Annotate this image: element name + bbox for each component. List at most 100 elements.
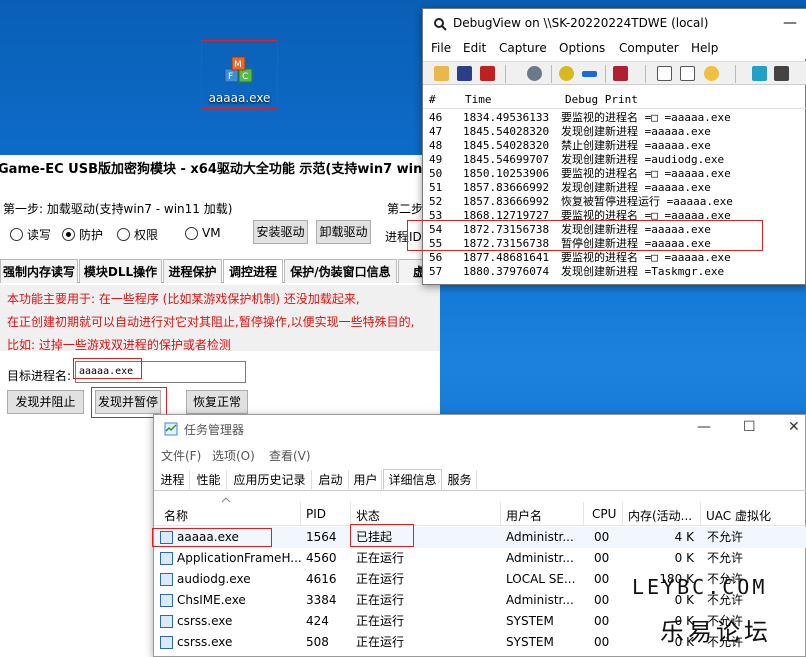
- log-row[interactable]: 55 1872.73156738 暂停创建新进程 =aaaaa.exe: [423, 237, 806, 251]
- capture-icon[interactable]: [559, 66, 574, 81]
- radio-label: 读写: [27, 228, 52, 242]
- tab-app-history[interactable]: 应用历史记录: [228, 470, 312, 491]
- column-uac[interactable]: UAC 虚拟化: [706, 507, 771, 524]
- menu-options[interactable]: Options: [559, 41, 605, 55]
- radio-protect[interactable]: 防护: [62, 226, 103, 243]
- column-memory[interactable]: 内存(活动...: [628, 507, 692, 524]
- log-row[interactable]: 48 1845.54028320 禁止创建新进程 =aaaaa.exe: [423, 139, 806, 153]
- save-icon[interactable]: [457, 66, 472, 81]
- taskmanager-app-icon: [164, 422, 178, 436]
- log-n: 55: [429, 237, 443, 250]
- open-icon[interactable]: [434, 66, 449, 81]
- target-process-input[interactable]: aaaaa.exe: [75, 361, 246, 383]
- clock-icon[interactable]: [704, 66, 719, 81]
- process-pid: 1564: [306, 530, 337, 544]
- close-icon[interactable]: ✕: [788, 419, 800, 435]
- log-row[interactable]: 51 1857.83666992 发现创建新进程 =aaaaa.exe: [423, 181, 806, 195]
- log-msg: 恢复被暂停进程运行 =aaaaa.exe: [561, 195, 733, 208]
- maximize-icon[interactable]: ☐: [743, 419, 756, 435]
- tab-memory-rw[interactable]: 强制内存读写: [0, 259, 78, 283]
- taskmanager-column-header: 名称 PID 状态 用户名 CPU 内存(活动... UAC 虚拟化: [154, 502, 806, 526]
- column-number: #: [429, 93, 436, 106]
- radio-dot: [185, 226, 198, 240]
- radio-readwrite[interactable]: 读写: [10, 226, 51, 243]
- tab-process-protect[interactable]: 进程保护: [163, 259, 222, 283]
- process-cpu: 00: [594, 551, 610, 565]
- tab-startup[interactable]: 启动: [313, 470, 349, 491]
- log-row[interactable]: 52 1857.83666992 恢复被暂停进程运行 =aaaaa.exe: [423, 195, 806, 209]
- radio-label: 权限: [134, 228, 159, 242]
- menu-capture[interactable]: Capture: [499, 41, 547, 55]
- column-pid[interactable]: PID: [306, 507, 326, 521]
- uninstall-driver-button[interactable]: 卸载驱动: [316, 220, 371, 244]
- log-time: 1877.48681641: [463, 251, 550, 264]
- radio-permission[interactable]: 权限: [117, 226, 158, 243]
- log-n: 53: [429, 209, 443, 222]
- discover-suspend-button[interactable]: 发现并暂停: [95, 390, 161, 414]
- column-status[interactable]: 状态: [356, 507, 380, 524]
- log-time: 1845.54028320: [463, 125, 550, 138]
- tab-users[interactable]: 用户: [350, 470, 382, 491]
- description-panel: 本功能主要用于: 在一些程序 (比如某游戏保护机制) 还没加载起来, 在正创建初…: [0, 285, 440, 352]
- radio-vm[interactable]: VM: [185, 226, 221, 240]
- tab-services[interactable]: 服务: [443, 470, 477, 491]
- tab-window-protect[interactable]: 保护/伪装窗口信息: [284, 259, 397, 283]
- menu-options[interactable]: 选项(O): [212, 447, 255, 464]
- process-row[interactable]: ApplicationFrameH... 4560 正在运行 Administr...…: [154, 548, 806, 569]
- menu-view[interactable]: 查看(V): [269, 447, 311, 464]
- filter-icon[interactable]: [613, 66, 628, 81]
- log-row[interactable]: 49 1845.54699707 发现创建新进程 =audiodg.exe: [423, 153, 806, 167]
- log-row[interactable]: 54 1872.73156738 发现创建新进程 =aaaaa.exe: [423, 223, 806, 237]
- process-pid: 4560: [306, 551, 337, 565]
- find-icon[interactable]: [527, 66, 542, 81]
- log-icon[interactable]: [680, 66, 695, 81]
- menu-edit[interactable]: Edit: [463, 41, 486, 55]
- column-name[interactable]: 名称: [164, 507, 188, 524]
- tab-module-dll[interactable]: 模块DLL操作: [79, 259, 162, 283]
- process-status: 正在运行: [356, 614, 405, 628]
- desktop-icon-aaaaa[interactable]: M F C aaaaa.exe: [201, 41, 278, 109]
- history-icon[interactable]: [657, 66, 672, 81]
- log-row[interactable]: 47 1845.54028320 发现创建新进程 =aaaaa.exe: [423, 125, 806, 139]
- process-user: Administr...: [506, 530, 574, 544]
- radio-label: 防护: [79, 228, 104, 242]
- tab-control-process[interactable]: 调控进程: [223, 259, 283, 283]
- log-msg: 发现创建新进程 =aaaaa.exe: [561, 181, 711, 194]
- clear-icon[interactable]: [480, 66, 495, 81]
- options-icon[interactable]: [774, 66, 789, 81]
- watermark-forum: 乐易论坛: [660, 618, 772, 646]
- process-row[interactable]: aaaaa.exe 1564 已挂起 Administr... 00 4 K 不允许: [154, 527, 806, 548]
- description-line: 本功能主要用于: 在一些程序 (比如某游戏保护机制) 还没加载起来,: [7, 292, 360, 306]
- column-cpu[interactable]: CPU: [592, 507, 616, 521]
- menu-file[interactable]: 文件(F): [161, 447, 201, 464]
- install-driver-button[interactable]: 安装驱动: [253, 220, 308, 244]
- process-icon: [160, 552, 173, 565]
- column-username[interactable]: 用户名: [506, 507, 542, 524]
- discover-block-button[interactable]: 发现并阻止: [7, 390, 84, 414]
- feature-tabs: 强制内存读写 模块DLL操作 进程保护 调控进程 保护/伪装窗口信息 虚: [0, 259, 440, 283]
- log-msg: 禁止创建新进程 =aaaaa.exe: [561, 139, 711, 152]
- log-row[interactable]: 46 1834.49536133 要监视的进程名 =□ =aaaaa.exe: [423, 111, 806, 125]
- log-row[interactable]: 57 1880.37976074 发现创建新进程 =Taskmgr.exe: [423, 265, 806, 279]
- tab-processes[interactable]: 进程: [156, 470, 190, 491]
- menu-help[interactable]: Help: [691, 41, 718, 55]
- tab-details[interactable]: 详细信息: [383, 469, 442, 490]
- restore-normal-button[interactable]: 恢复正常: [186, 390, 248, 414]
- process-pid: 508: [306, 635, 329, 649]
- minimize-icon[interactable]: —: [783, 15, 797, 31]
- highlight-icon[interactable]: [752, 66, 767, 81]
- debugview-window: DebugView on \\SK-20220224TDWE (local) —…: [422, 8, 806, 285]
- process-name: csrss.exe: [177, 614, 233, 628]
- log-time: 1880.37976074: [463, 265, 550, 278]
- log-row[interactable]: 56 1877.48681641 要监视的进程名 =□ =aaaaa.exe: [423, 251, 806, 265]
- log-time: 1857.83666992: [463, 195, 550, 208]
- log-row[interactable]: 50 1850.10253906 要监视的进程名 =□ =aaaaa.exe: [423, 167, 806, 181]
- menu-computer[interactable]: Computer: [619, 41, 679, 55]
- log-msg: 发现创建新进程 =Taskmgr.exe: [561, 265, 725, 278]
- window-title: Game-EC USB版加密狗模块 - x64驱动大全功能 示范(支持win7 …: [0, 155, 438, 185]
- autoscroll-icon[interactable]: [582, 71, 597, 77]
- tab-performance[interactable]: 性能: [191, 470, 227, 491]
- menu-file[interactable]: File: [431, 41, 451, 55]
- log-row[interactable]: 53 1868.12719727 要监视的进程名 =□ =aaaaa.exe: [423, 209, 806, 223]
- minimize-icon[interactable]: —: [697, 419, 711, 435]
